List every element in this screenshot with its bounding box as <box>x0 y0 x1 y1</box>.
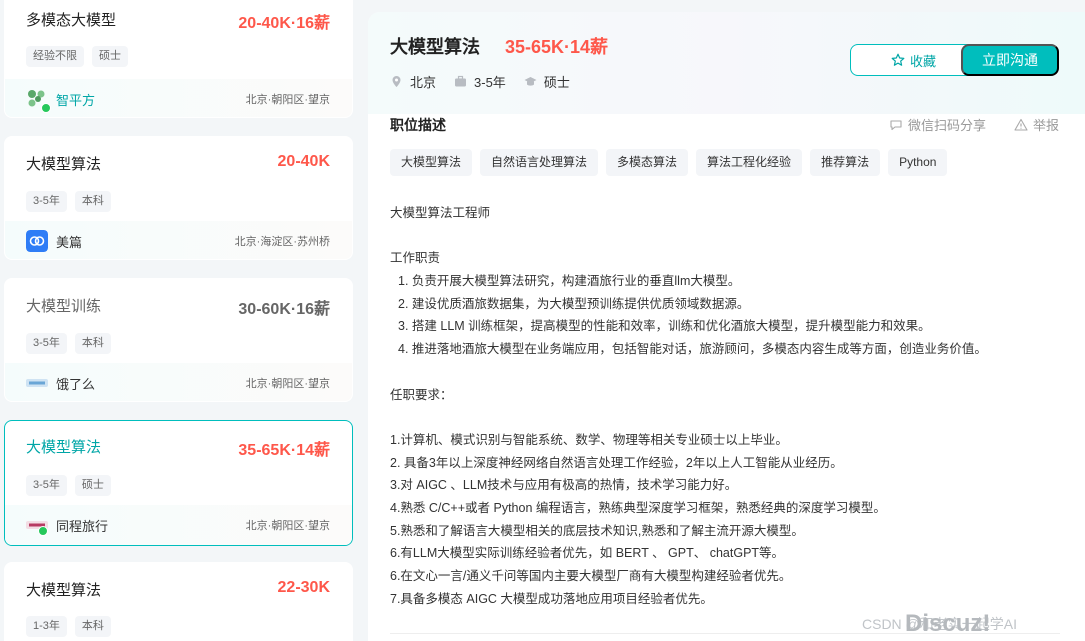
job-title: 大模型算法 <box>26 156 102 173</box>
meta-degree: 硕士 <box>524 72 570 91</box>
job-salary: 35-65K·14薪 <box>238 442 330 459</box>
job-tag: 硕士 <box>92 46 128 67</box>
company-location: 北京·朝阳区·望京 <box>245 520 330 532</box>
skill-tag[interactable]: Python <box>888 149 948 176</box>
job-description: 大模型算法工程师 工作职责 1. 负责开展大模型算法研究，构建酒旅行业的垂直ll… <box>390 202 1060 610</box>
company-logo-icon <box>26 230 48 252</box>
job-tag: 本科 <box>74 333 111 354</box>
requirement-item: 6.有LLM大模型实际训练经验者优先，如 BERT 、 GPT、 chatGPT… <box>390 546 785 561</box>
report-link[interactable]: 举报 <box>1014 115 1059 134</box>
skill-tag[interactable]: 自然语言处理算法 <box>480 149 599 176</box>
job-salary: 20-40K <box>277 153 330 170</box>
skill-tags: 大模型算法 自然语言处理算法 多模态算法 算法工程化经验 推荐算法 Python <box>390 149 948 176</box>
job-tag: 硕士 <box>74 475 111 496</box>
job-tag: 本科 <box>74 616 111 637</box>
job-tag: 经验不限 <box>26 46 84 67</box>
skill-tag[interactable]: 多模态算法 <box>606 149 689 176</box>
job-title: 大模型算法 <box>26 439 102 456</box>
online-status-icon <box>41 103 51 113</box>
detail-salary: 35-65K·14薪 <box>505 37 609 57</box>
job-tag: 3-5年 <box>26 191 67 212</box>
favorite-button[interactable]: 收藏 <box>850 44 977 76</box>
company-row[interactable]: 同程旅行 北京·朝阳区·望京 <box>5 505 352 545</box>
job-tag: 1-3年 <box>26 616 67 637</box>
detail-meta: 北京 3-5年 硕士 <box>390 72 570 91</box>
watermark: CSDN @和老实一起学AI Discuz! <box>862 610 1017 638</box>
job-salary: 20-40K·16薪 <box>238 15 330 32</box>
duties-title: 工作职责 <box>390 251 441 266</box>
meta-experience: 3-5年 <box>454 72 506 91</box>
requirement-item: 1.计算机、模式识别与智能系统、数学、物理等相关专业硕士以上毕业。 <box>390 432 788 447</box>
duty-item: 1. 负责开展大模型算法研究，构建酒旅行业的垂直llm大模型。 <box>398 274 741 289</box>
meta-degree-text: 硕士 <box>543 75 570 90</box>
chat-now-button[interactable]: 立即沟通 <box>961 44 1059 76</box>
job-tags: 3-5年 本科 <box>26 333 111 354</box>
requirement-item: 2. 具备3年以上深度神经网络自然语言处理工作经验，2年以上人工智能从业经历。 <box>390 455 843 470</box>
job-title: 大模型训练 <box>26 298 102 315</box>
company-logo-icon <box>26 379 48 387</box>
job-salary: 22-30K <box>277 579 330 596</box>
favorite-button-label: 收藏 <box>909 53 936 69</box>
company-name: 同程旅行 <box>56 519 109 534</box>
graduation-cap-icon <box>524 77 537 86</box>
company-row[interactable]: 智平方 北京·朝阳区·望京 <box>5 79 352 117</box>
job-list: 多模态大模型 20-40K·16薪 经验不限 硕士 智平方 北京·朝阳区·望京 … <box>0 0 358 641</box>
report-label: 举报 <box>1033 118 1060 133</box>
company-name: 饿了么 <box>56 377 96 392</box>
requirement-item: 4.熟悉 C/C++或者 Python 编程语言，熟练典型深度学习框架，熟悉经典… <box>390 500 886 515</box>
company-location: 北京·朝阳区·望京 <box>245 378 330 390</box>
company-location: 北京·海淀区·苏州桥 <box>234 236 330 248</box>
detail-title: 大模型算法 <box>390 37 480 57</box>
skill-tag[interactable]: 大模型算法 <box>390 149 473 176</box>
requirements-title: 任职要求： <box>390 387 453 402</box>
job-card-selected[interactable]: 大模型算法 35-65K·14薪 3-5年 硕士 同程旅行 北京·朝阳区·望京 <box>4 420 353 546</box>
duty-item: 4. 推进落地酒旅大模型在业务端应用，包括智能对话，旅游顾问，多模态内容生成等方… <box>398 342 987 357</box>
job-tag: 3-5年 <box>26 333 67 354</box>
job-card[interactable]: 大模型算法 20-40K 3-5年 本科 美篇 北京·海淀区·苏州桥 <box>4 136 353 260</box>
requirement-item: 3.对 AIGC 、LLM技术与应用有极高的热情，技术学习能力好。 <box>390 478 738 493</box>
company-name: 智平方 <box>56 93 96 108</box>
job-tags: 3-5年 硕士 <box>26 475 111 496</box>
chat-bubble-icon <box>890 119 902 130</box>
skill-tag[interactable]: 算法工程化经验 <box>696 149 803 176</box>
meta-experience-text: 3-5年 <box>474 75 506 90</box>
job-tags: 3-5年 本科 <box>26 191 111 212</box>
job-card[interactable]: 大模型算法 22-30K 1-3年 本科 <box>4 562 353 641</box>
job-tag: 本科 <box>74 191 111 212</box>
share-wechat-link[interactable]: 微信扫码分享 <box>889 115 986 134</box>
star-icon <box>891 53 905 66</box>
job-salary: 30-60K·16薪 <box>238 301 330 318</box>
job-detail-panel: 大模型算法 35-65K·14薪 北京 3-5年 硕士 收藏 立即沟通 职位描述… <box>368 12 1085 641</box>
watermark-brand: Discuz! <box>905 610 991 637</box>
requirement-item: 5.熟悉和了解语言大模型相关的底层技术知识,熟悉和了解主流开源大模型。 <box>390 523 804 538</box>
job-title: 多模态大模型 <box>26 12 117 29</box>
job-tag: 3-5年 <box>26 475 67 496</box>
requirement-item: 6.在文心一言/通义千问等国内主要大模型厂商有大模型构建经验者优先。 <box>390 569 792 583</box>
company-name: 美篇 <box>56 235 83 250</box>
company-row[interactable]: 美篇 北京·海淀区·苏州桥 <box>5 221 352 259</box>
duty-item: 2. 建设优质酒旅数据集，为大模型预训练提供优质领域数据源。 <box>398 296 750 311</box>
company-location: 北京·朝阳区·望京 <box>245 94 330 106</box>
job-tags: 1-3年 本科 <box>26 616 111 637</box>
meta-city: 北京 <box>390 72 436 91</box>
briefcase-icon <box>455 75 467 87</box>
share-label: 微信扫码分享 <box>908 118 987 133</box>
skill-tag[interactable]: 推荐算法 <box>810 149 881 176</box>
job-tags: 经验不限 硕士 <box>26 46 128 67</box>
location-icon <box>392 76 401 87</box>
meta-city-text: 北京 <box>410 75 437 90</box>
job-title: 大模型算法 <box>26 582 102 599</box>
requirement-item: 7.具备多模态 AIGC 大模型成功落地应用项目经验者优先。 <box>390 591 713 606</box>
job-card[interactable]: 大模型训练 30-60K·16薪 3-5年 本科 饿了么 北京·朝阳区·望京 <box>4 278 353 402</box>
job-detail-header: 大模型算法 35-65K·14薪 北京 3-5年 硕士 收藏 立即沟通 <box>368 12 1085 114</box>
company-row[interactable]: 饿了么 北京·朝阳区·望京 <box>5 363 352 401</box>
section-title: 职位描述 <box>390 117 446 133</box>
online-status-icon <box>38 526 48 536</box>
warning-icon <box>1014 118 1028 131</box>
desc-heading: 大模型算法工程师 <box>390 206 491 220</box>
duty-item: 3. 搭建 LLM 训练框架，提高模型的性能和效率，训练和优化酒旅大模型，提升模… <box>398 319 931 334</box>
job-card[interactable]: 多模态大模型 20-40K·16薪 经验不限 硕士 智平方 北京·朝阳区·望京 <box>4 0 353 118</box>
